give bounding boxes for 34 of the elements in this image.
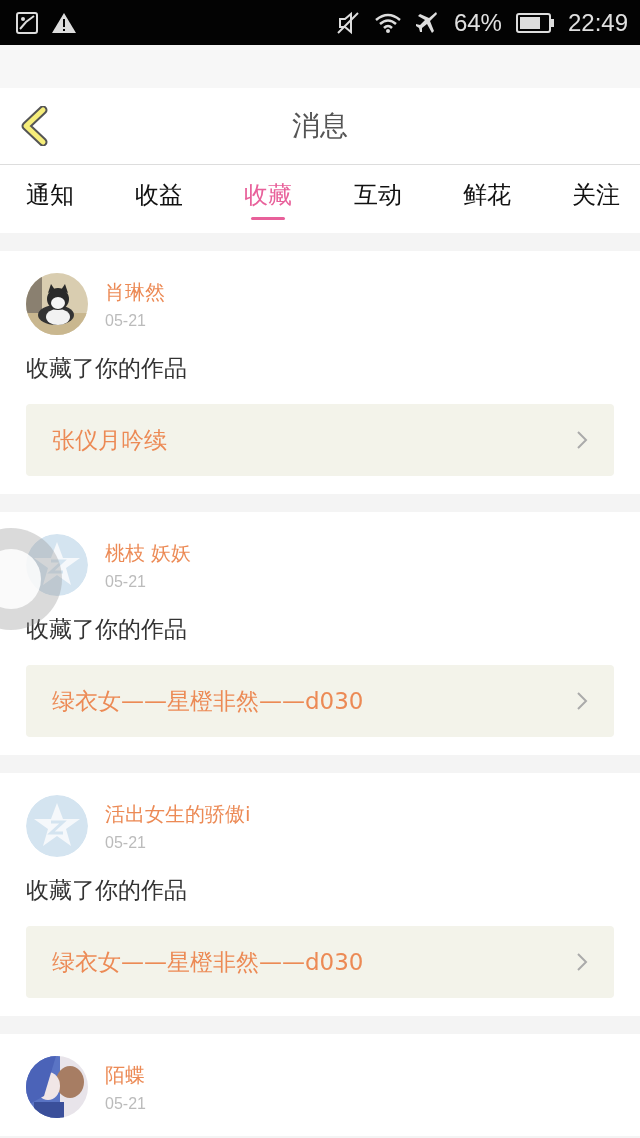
message-date: 05-21 — [105, 833, 147, 852]
battery-icon — [515, 12, 554, 33]
message-text: 收藏了你的作品 — [26, 876, 188, 905]
message-date: 05-21 — [105, 311, 147, 330]
tab[interactable]: 收藏 — [232, 165, 305, 233]
message-text: 收藏了你的作品 — [26, 354, 188, 383]
clock: 22:49 — [567, 8, 628, 37]
chevron-right-icon — [576, 430, 588, 450]
work-link[interactable]: 绿衣女——星橙非然——d030 — [26, 926, 614, 998]
message-date: 05-21 — [105, 572, 147, 591]
chevron-right-icon — [576, 952, 588, 972]
warning-icon — [52, 12, 76, 33]
user-name[interactable]: 陌蝶 — [105, 1061, 146, 1089]
star-avatar-icon — [26, 795, 88, 857]
wifi-icon — [373, 11, 402, 34]
user-name[interactable]: 肖琳然 — [105, 278, 165, 306]
user-name[interactable]: 桃枝 妖妖 — [105, 539, 192, 567]
back-chevron-icon — [19, 106, 49, 146]
battery-percent: 64% — [453, 8, 502, 37]
airplane-icon — [415, 10, 440, 35]
image-icon — [16, 11, 38, 34]
tab[interactable]: 鲜花 — [450, 165, 523, 233]
message-date: 05-21 — [105, 1094, 146, 1113]
tab[interactable]: 关注 — [559, 165, 632, 233]
tab[interactable]: 互动 — [341, 165, 414, 233]
work-link[interactable]: 绿衣女——星橙非然——d030 — [26, 665, 614, 737]
tab[interactable]: 通知 — [14, 165, 86, 233]
chevron-right-icon — [576, 691, 588, 711]
tab[interactable]: 收益 — [123, 165, 196, 233]
message-text: 收藏了你的作品 — [26, 615, 188, 644]
mute-icon — [335, 10, 360, 35]
page-title: 消息 — [292, 108, 348, 144]
user-name[interactable]: 活出女生的骄傲i — [105, 800, 251, 828]
work-link[interactable]: 张仪月吟续 — [26, 404, 614, 476]
